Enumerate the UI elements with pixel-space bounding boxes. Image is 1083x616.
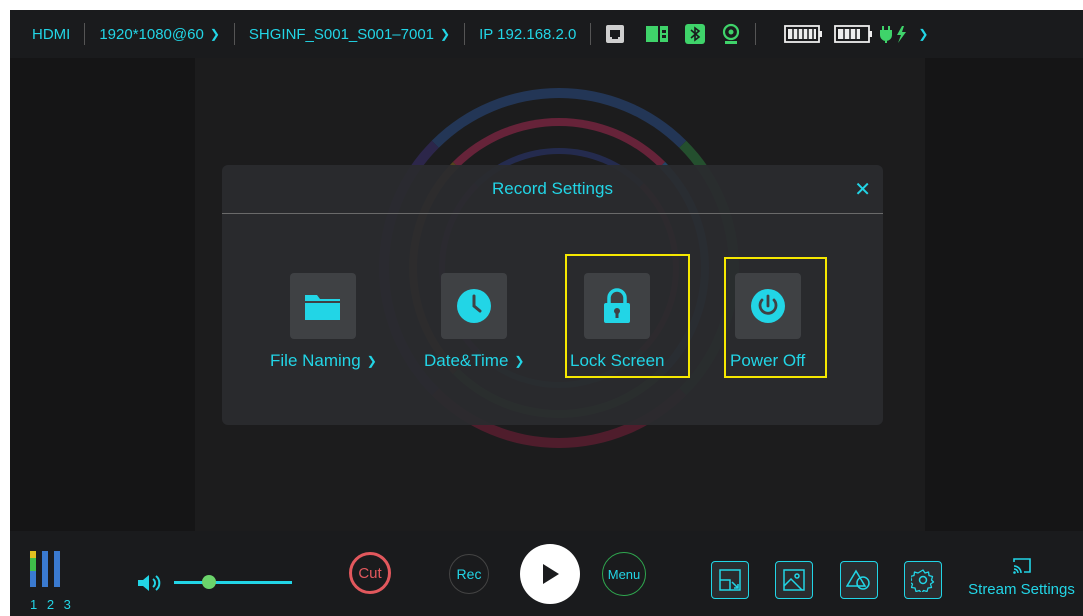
meter-channel-labels: 1 2 3 — [30, 597, 74, 612]
pip-icon — [718, 568, 742, 592]
bottom-control-bar: 1 2 3 Cut Rec Menu Stream Settings — [10, 531, 1083, 616]
input-source-label: HDMI — [32, 25, 71, 43]
audio-meter-3 — [54, 551, 60, 587]
chevron-right-icon: ❯ — [209, 27, 220, 41]
date-time-label: Date&Time ❯ — [424, 351, 524, 371]
cut-button[interactable]: Cut — [349, 552, 391, 594]
shapes-icon — [846, 568, 872, 592]
audio-meters — [30, 551, 60, 587]
chevron-right-icon[interactable]: ❯ — [918, 27, 928, 41]
gear-icon — [911, 568, 935, 592]
volume-slider-handle[interactable] — [202, 575, 217, 589]
rec-label: Rec — [456, 566, 482, 582]
rec-button[interactable]: Rec — [449, 554, 489, 594]
menu-label: Menu — [607, 566, 641, 582]
webcam-icon — [721, 23, 741, 45]
folder-icon — [304, 291, 342, 321]
volume-slider[interactable] — [174, 581, 292, 584]
resolution-label: 1920*1080@60 — [99, 25, 204, 43]
ethernet-icon — [605, 24, 625, 44]
sd-card-icon — [645, 24, 669, 44]
audio-meter-2 — [42, 551, 48, 587]
divider — [84, 23, 86, 45]
play-button[interactable] — [520, 544, 580, 604]
ip-label: IP 192.168.2.0 — [479, 25, 577, 43]
power-off-highlight — [724, 257, 827, 378]
input-source[interactable]: HDMI — [32, 26, 70, 43]
audio-meter-1 — [30, 551, 36, 587]
speaker-icon[interactable] — [136, 573, 162, 593]
cut-label: Cut — [358, 564, 382, 582]
divider — [464, 23, 466, 45]
menu-button[interactable]: Menu — [602, 552, 646, 596]
power-plug-icon — [880, 24, 910, 44]
divider — [755, 23, 757, 45]
image-icon — [782, 568, 806, 592]
cast-icon — [1012, 557, 1032, 575]
pip-button[interactable] — [711, 561, 749, 599]
battery-icon — [784, 24, 824, 44]
clock-icon — [455, 287, 493, 325]
shapes-button[interactable] — [840, 561, 878, 599]
option-label: File Naming — [270, 351, 361, 370]
bluetooth-icon — [685, 24, 706, 44]
date-time-tile[interactable] — [441, 273, 508, 339]
stream-settings-label: Stream Settings — [968, 581, 1075, 598]
lock-screen-highlight — [565, 254, 690, 378]
settings-button[interactable] — [904, 561, 942, 599]
device-screen: HDMI 1920*1080@60 ❯ SHGINF_S001_S001–700… — [10, 10, 1083, 616]
record-settings-dialog: Record Settings ✕ File Naming ❯ Date&Tim… — [222, 165, 883, 425]
file-naming-tile[interactable] — [290, 273, 357, 339]
close-icon[interactable]: ✕ — [854, 177, 871, 202]
date-time-option[interactable]: Date&Time ❯ — [424, 273, 524, 371]
divider — [590, 23, 592, 45]
image-button[interactable] — [775, 561, 813, 599]
battery-icon — [834, 24, 874, 44]
filename-label: SHGINF_S001_S001–7001 — [248, 25, 435, 43]
chevron-right-icon: ❯ — [514, 354, 525, 368]
play-icon — [540, 563, 560, 585]
option-label: Date&Time — [424, 351, 509, 370]
chevron-right-icon: ❯ — [440, 27, 451, 41]
divider — [233, 23, 235, 45]
dialog-title: Record Settings — [492, 179, 613, 198]
filename-selector[interactable]: SHGINF_S001_S001–7001 ❯ — [249, 26, 450, 43]
top-status-bar: HDMI 1920*1080@60 ❯ SHGINF_S001_S001–700… — [10, 10, 1083, 58]
ip-address[interactable]: IP 192.168.2.0 — [479, 26, 576, 43]
stream-settings-button[interactable]: Stream Settings — [960, 557, 1083, 598]
file-naming-label: File Naming ❯ — [270, 351, 377, 371]
file-naming-option[interactable]: File Naming ❯ — [270, 273, 377, 371]
resolution-selector[interactable]: 1920*1080@60 ❯ — [99, 26, 220, 43]
chevron-right-icon: ❯ — [366, 354, 377, 368]
divider — [222, 213, 883, 214]
